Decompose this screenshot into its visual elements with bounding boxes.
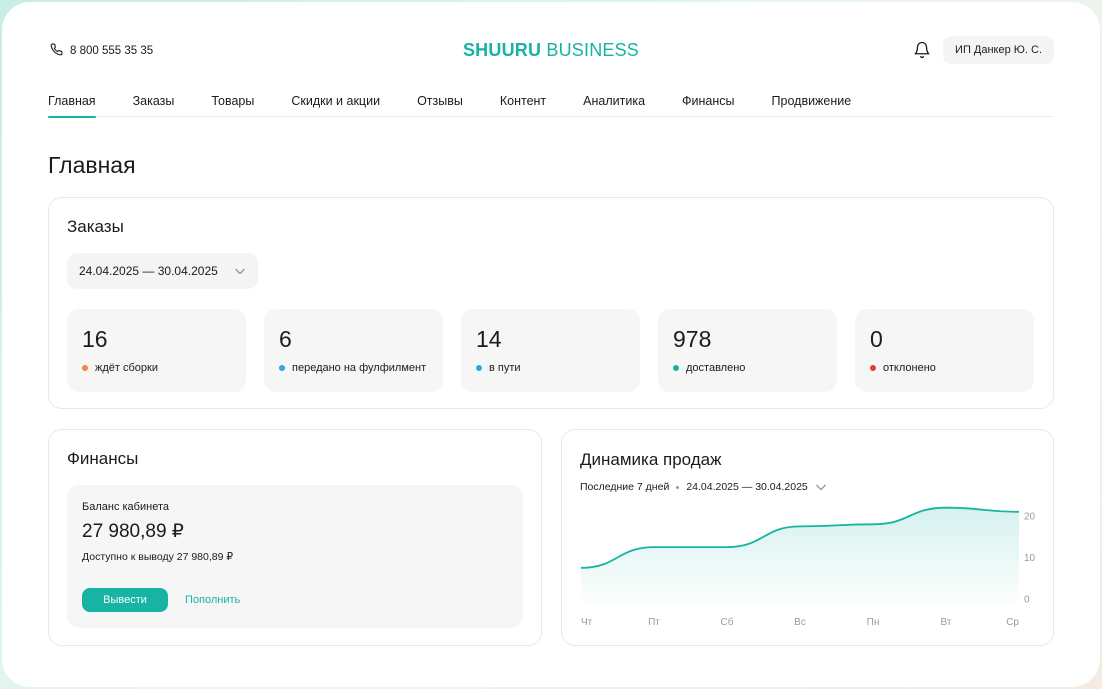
page-title: Главная	[48, 152, 136, 178]
orders-date-range: 24.04.2025 — 30.04.2025	[79, 264, 218, 278]
nav-item-discounts[interactable]: Скидки и акции	[291, 92, 380, 117]
stat-awaiting-assembly[interactable]: 16 ждёт сборки	[67, 309, 246, 392]
main-nav: Главная Заказы Товары Скидки и акции Отз…	[48, 92, 1054, 118]
stat-value: 16	[82, 326, 108, 352]
phone-number: 8 800 555 35 35	[70, 45, 154, 57]
nav-item-promotion[interactable]: Продвижение	[772, 92, 852, 117]
stat-fulfillment[interactable]: 6 передано на фулфилмент	[264, 309, 443, 392]
bell-icon[interactable]	[913, 41, 931, 59]
orders-card: Заказы 24.04.2025 — 30.04.2025 16 ждёт с…	[48, 197, 1054, 409]
sales-card: Динамика продаж Последние 7 дней 24.04.2…	[561, 429, 1054, 646]
finance-card: Финансы Баланс кабинета 27 980,89 ₽ Дост…	[48, 429, 542, 646]
stat-label-row: передано на фулфилмент	[279, 362, 426, 374]
chart-area	[581, 507, 1019, 608]
y-tick-label: 20	[1024, 512, 1036, 523]
header-actions: ИП Данкер Ю. С.	[913, 36, 1054, 64]
chevron-down-icon	[234, 265, 246, 277]
x-tick-label: Чт	[581, 617, 593, 628]
logo-light: BUSINESS	[541, 40, 640, 60]
x-tick-label: Пн	[867, 617, 880, 628]
stat-delivered[interactable]: 978 доставлено	[658, 309, 837, 392]
stat-in-transit[interactable]: 14 в пути	[461, 309, 640, 392]
x-tick-label: Пт	[648, 617, 660, 628]
nav-item-content[interactable]: Контент	[500, 92, 546, 117]
status-dot	[279, 365, 285, 371]
nav-item-products[interactable]: Товары	[211, 92, 254, 117]
stat-value: 978	[673, 326, 712, 352]
sales-chart: 0 10 20 Чт Пт Сб Вс Пн Вт Ср	[580, 506, 1036, 628]
available-to-withdraw: Доступно к выводу 27 980,89 ₽	[82, 551, 234, 563]
stat-value: 6	[279, 326, 292, 352]
nav-item-reviews[interactable]: Отзывы	[417, 92, 463, 117]
stat-label: передано на фулфилмент	[292, 362, 427, 374]
phone-contact[interactable]: 8 800 555 35 35	[50, 43, 153, 59]
x-tick-label: Вт	[941, 617, 952, 628]
balance-panel: Баланс кабинета 27 980,89 ₽ Доступно к в…	[67, 485, 523, 628]
status-dot	[476, 365, 482, 371]
status-dot	[82, 365, 88, 371]
stat-label-row: отклонено	[870, 362, 936, 374]
nav-item-analytics[interactable]: Аналитика	[583, 92, 645, 117]
status-dot	[870, 365, 876, 371]
stat-value: 14	[476, 326, 502, 352]
x-tick-label: Ср	[1006, 617, 1019, 628]
withdraw-button[interactable]: Вывести	[82, 588, 168, 612]
topup-link[interactable]: Пополнить	[185, 594, 240, 606]
stat-label: отклонено	[883, 362, 936, 374]
stat-label: доставлено	[686, 362, 746, 374]
stat-label: ждёт сборки	[95, 362, 158, 374]
logo-bold: SHUURU	[462, 40, 542, 60]
stat-label-row: доставлено	[673, 362, 745, 374]
account-button[interactable]: ИП Данкер Ю. С.	[943, 36, 1054, 64]
y-tick-label: 0	[1024, 595, 1030, 606]
nav-item-orders[interactable]: Заказы	[133, 92, 175, 117]
stat-label: в пути	[489, 362, 521, 374]
header: 8 800 555 35 35 SHUURU BUSINESS ИП Данке…	[48, 36, 1054, 68]
phone-icon	[50, 43, 63, 59]
logo[interactable]: SHUURU BUSINESS	[463, 40, 639, 61]
x-tick-label: Сб	[721, 616, 734, 628]
orders-title: Заказы	[67, 217, 124, 236]
app-frame: 8 800 555 35 35 SHUURU BUSINESS ИП Данке…	[2, 2, 1100, 687]
balance-label: Баланс кабинета	[82, 501, 169, 513]
orders-date-select[interactable]: 24.04.2025 — 30.04.2025	[67, 253, 258, 289]
x-tick-label: Вс	[794, 617, 806, 628]
stat-value: 0	[870, 326, 883, 352]
y-tick-label: 10	[1024, 553, 1036, 564]
nav-item-home[interactable]: Главная	[48, 92, 96, 118]
stat-label-row: в пути	[476, 362, 521, 374]
balance-value: 27 980,89 ₽	[82, 521, 184, 542]
status-dot	[673, 365, 679, 371]
stat-label-row: ждёт сборки	[82, 362, 158, 374]
nav-item-finance[interactable]: Финансы	[682, 92, 734, 117]
stat-rejected[interactable]: 0 отклонено	[855, 309, 1034, 392]
finance-title: Финансы	[67, 449, 139, 468]
